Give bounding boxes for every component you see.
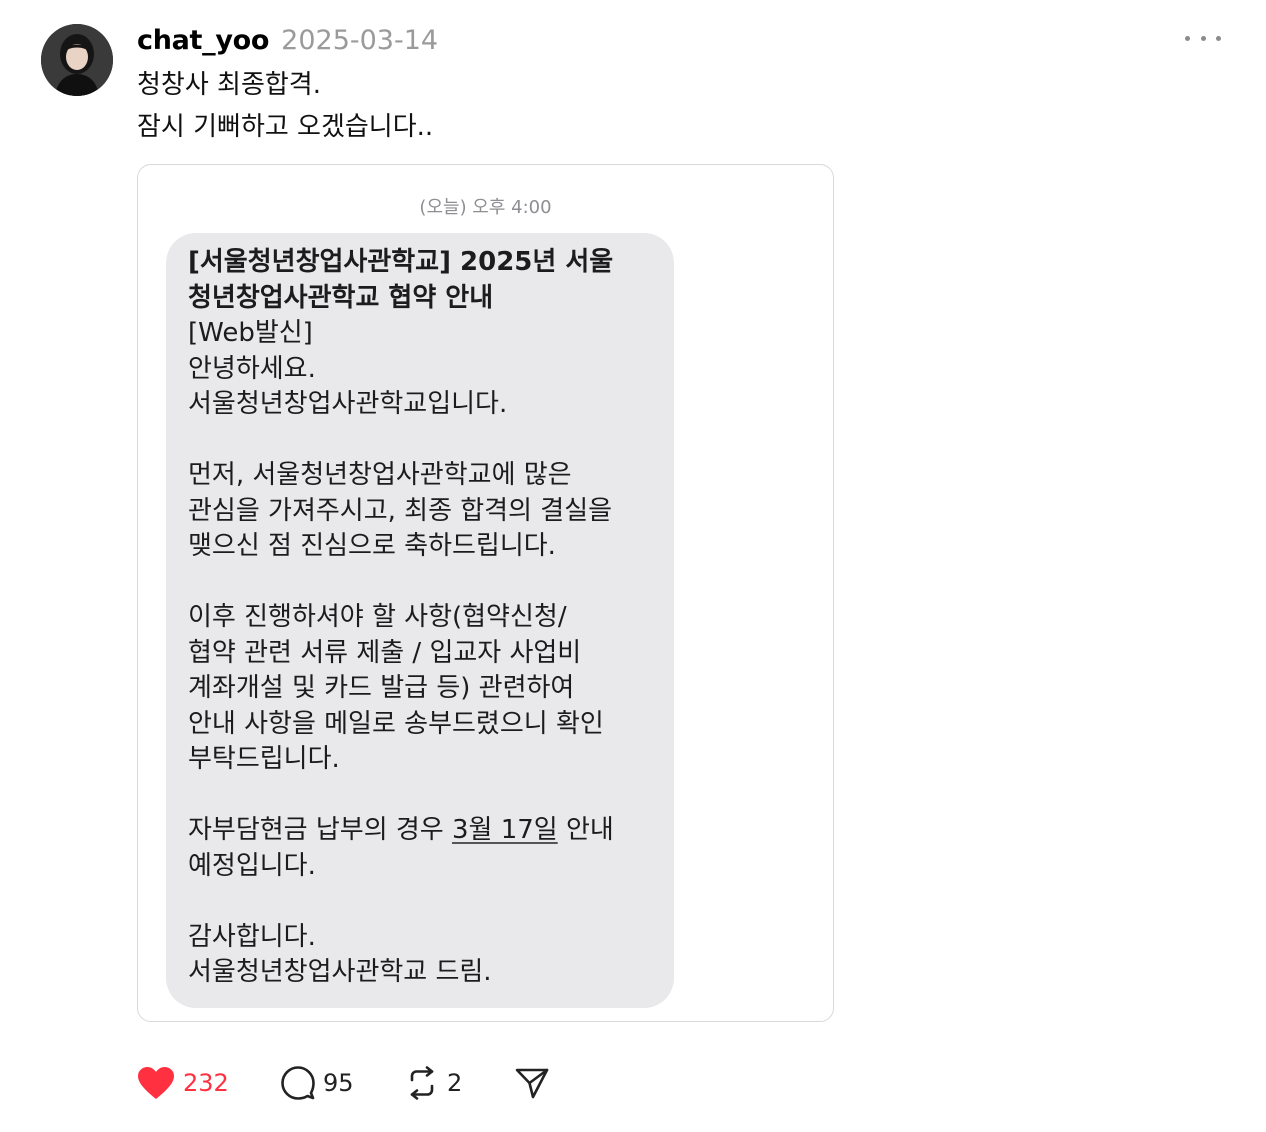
repost-count: 2 [447, 1069, 463, 1097]
message-line: 안녕하세요. [188, 353, 316, 384]
message-line: 먼저, 서울청년창업사관학교에 많은 [188, 460, 572, 490]
message-line: 관심을 가져주시고, 최종 합격의 결실을 [188, 495, 613, 526]
message-line: 계좌개설 및 카드 발급 등) 관련하여 [188, 673, 575, 703]
message-time: (오늘) 오후 4:00 [419, 197, 552, 218]
action-bar: 232 95 2 [137, 1060, 597, 1106]
like-button[interactable]: 232 [137, 1060, 229, 1106]
reply-count: 95 [323, 1069, 354, 1097]
attached-image[interactable]: (오늘) 오후 4:00 [서울청년창업사관학교] 2025년 서울 청년창업사… [137, 164, 834, 1022]
message-text: 자부담현금 납부의 경우 [188, 815, 452, 845]
repost-icon [410, 1066, 434, 1100]
post-text: 청창사 최종합격. 잠시 기뻐하고 오겠습니다.. [137, 64, 433, 148]
message-text: 안내 [557, 815, 614, 845]
message-title-line: 청년창업사관학교 협약 안내 [188, 282, 494, 313]
comment-icon [281, 1066, 315, 1100]
message-line: 서울청년창업사관학교 드림. [188, 957, 492, 987]
message-line: 맺으신 점 진심으로 축하드립니다. [188, 531, 556, 561]
send-icon [515, 1068, 549, 1099]
more-icon [1216, 35, 1221, 41]
message-line: [Web발신] [188, 318, 313, 348]
avatar-image [41, 24, 113, 96]
message-line: 예정입니다. [188, 850, 316, 881]
avatar[interactable] [41, 24, 113, 96]
post-text-line: 청창사 최종합격. [137, 70, 321, 100]
message-line: 안내 사항을 메일로 송부드렸으니 확인 [188, 708, 604, 739]
message-bubble: [서울청년창업사관학교] 2025년 서울 청년창업사관학교 협약 안내 [We… [166, 233, 674, 1008]
message-line: 감사합니다. [188, 921, 316, 952]
post-header: chat_yoo 2025-03-14 [137, 20, 438, 60]
date-link[interactable]: 3월 17일 [452, 815, 558, 845]
message-line: 협약 관련 서류 제출 / 입교자 사업비 [188, 637, 582, 668]
message-line: 부탁드립니다. [188, 744, 340, 774]
more-icon [1185, 35, 1190, 41]
share-button[interactable] [515, 1060, 549, 1106]
message-line: 자부담현금 납부의 경우 3월 17일 안내 [188, 813, 664, 849]
repost-button[interactable]: 2 [405, 1060, 462, 1106]
heart-icon [138, 1067, 174, 1099]
post-text-line: 잠시 기뻐하고 오겠습니다.. [137, 112, 434, 142]
more-icon [1200, 35, 1206, 41]
like-count: 232 [183, 1069, 229, 1097]
message-line: 서울청년창업사관학교입니다. [188, 389, 508, 419]
post-date: 2025-03-14 [281, 24, 439, 56]
message-title-line: [서울청년창업사관학교] 2025년 서울 [188, 247, 614, 277]
more-options-button[interactable] [1185, 24, 1221, 52]
message-line: 이후 진행하셔야 할 사항(협약신청/ [188, 602, 567, 632]
username[interactable]: chat_yoo [137, 25, 269, 56]
reply-button[interactable]: 95 [281, 1060, 354, 1106]
